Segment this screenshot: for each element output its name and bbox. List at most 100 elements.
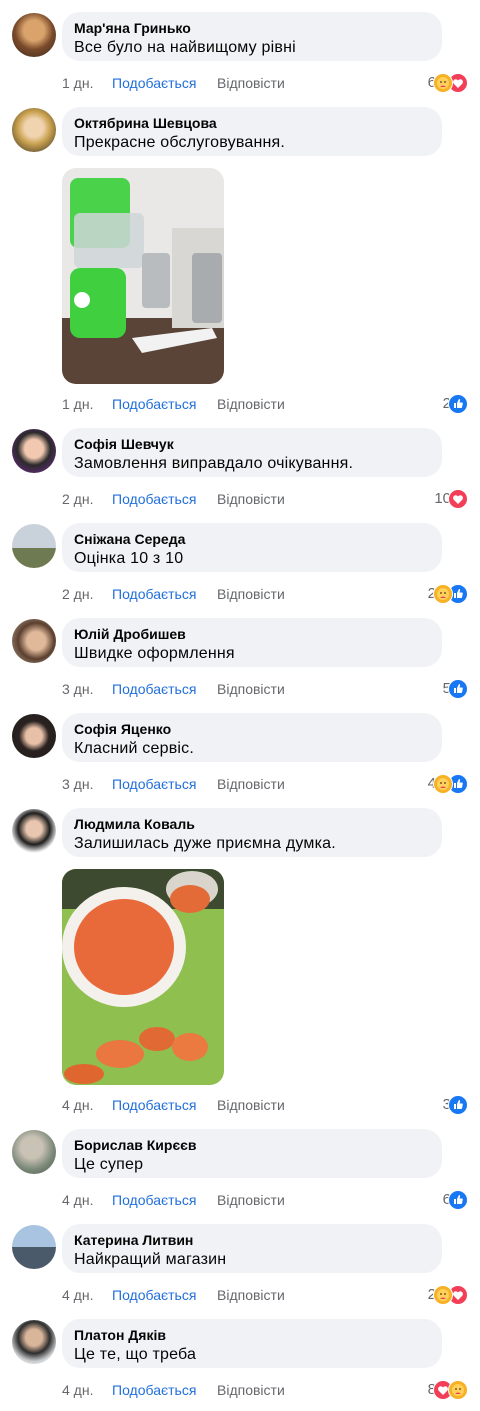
- avatar[interactable]: [12, 429, 56, 473]
- comment-actions: 2 дн. Подобається Відповісти 2: [62, 584, 468, 604]
- like-button[interactable]: Подобається: [112, 1190, 196, 1210]
- reply-button[interactable]: Відповісти: [217, 1190, 285, 1210]
- avatar[interactable]: [12, 524, 56, 568]
- reactions-summary[interactable]: 2: [428, 1285, 468, 1305]
- like-button[interactable]: Подобається: [112, 584, 196, 604]
- comment-text: Прекрасне обслуговування.: [74, 134, 286, 151]
- like-button[interactable]: Подобається: [112, 394, 196, 414]
- comment-text: Класний сервіс.: [74, 740, 195, 757]
- comment-photo[interactable]: [62, 869, 224, 1085]
- comment-text: Це супер: [74, 1156, 144, 1173]
- reactions-summary[interactable]: 3: [443, 1095, 468, 1115]
- comment-author[interactable]: Сніжана Середа: [74, 530, 430, 548]
- like-reaction-icon: [448, 1095, 468, 1115]
- comment-actions: 4 дн. Подобається Відповісти 3: [62, 1095, 468, 1115]
- reactions-summary[interactable]: 5: [443, 679, 468, 699]
- comment-time[interactable]: 4 дн.: [62, 1285, 93, 1305]
- reply-button[interactable]: Відповісти: [217, 1285, 285, 1305]
- comment-bubble: Людмила Коваль Залишилась дуже приємна д…: [62, 808, 442, 857]
- reply-button[interactable]: Відповісти: [217, 1095, 285, 1115]
- care-reaction-icon: [433, 73, 453, 93]
- comment-bubble: Юлій Дробишев Швидке оформлення: [62, 618, 442, 667]
- avatar[interactable]: [12, 1225, 56, 1269]
- avatar[interactable]: [12, 619, 56, 663]
- like-button[interactable]: Подобається: [112, 1095, 196, 1115]
- comment-text: Залишилась дуже приємна думка.: [74, 835, 336, 852]
- reactions-summary[interactable]: 4: [428, 774, 468, 794]
- comment-author[interactable]: Мар'яна Гринько: [74, 19, 430, 37]
- comment-time[interactable]: 1 дн.: [62, 73, 93, 93]
- comment-text: Швидке оформлення: [74, 645, 235, 662]
- comment-author[interactable]: Октябрина Шевцова: [74, 114, 430, 132]
- comment-bubble: Софія Шевчук Замовлення виправдало очіку…: [62, 428, 442, 477]
- comment-time[interactable]: 2 дн.: [62, 584, 93, 604]
- reactions-summary[interactable]: 2: [443, 394, 468, 414]
- comment-time[interactable]: 3 дн.: [62, 774, 93, 794]
- like-button[interactable]: Подобається: [112, 679, 196, 699]
- reply-button[interactable]: Відповісти: [217, 1380, 285, 1400]
- avatar[interactable]: [12, 714, 56, 758]
- like-reaction-icon: [448, 394, 468, 414]
- comment-actions: 1 дн. Подобається Відповісти 6: [62, 73, 468, 93]
- like-button[interactable]: Подобається: [112, 774, 196, 794]
- comment-actions: 3 дн. Подобається Відповісти 4: [62, 774, 468, 794]
- reactions-summary[interactable]: 6: [443, 1190, 468, 1210]
- comment-time[interactable]: 2 дн.: [62, 489, 93, 509]
- comment-time[interactable]: 4 дн.: [62, 1190, 93, 1210]
- reply-button[interactable]: Відповісти: [217, 774, 285, 794]
- reply-button[interactable]: Відповісти: [217, 584, 285, 604]
- avatar[interactable]: [12, 1320, 56, 1364]
- like-button[interactable]: Подобається: [112, 1380, 196, 1400]
- care-reaction-icon: [433, 1285, 453, 1305]
- avatar[interactable]: [12, 108, 56, 152]
- comment-bubble: Октябрина Шевцова Прекрасне обслуговуван…: [62, 107, 442, 156]
- comment-author[interactable]: Софія Шевчук: [74, 435, 430, 453]
- comment-author[interactable]: Людмила Коваль: [74, 815, 430, 833]
- avatar[interactable]: [12, 1130, 56, 1174]
- avatar[interactable]: [12, 13, 56, 57]
- reactions-summary[interactable]: 6: [428, 73, 468, 93]
- comment-text: Оцінка 10 з 10: [74, 550, 184, 567]
- comment-time[interactable]: 4 дн.: [62, 1095, 93, 1115]
- care-reaction-icon: [433, 774, 453, 794]
- like-button[interactable]: Подобається: [112, 73, 196, 93]
- comment-text: Найкращий магазин: [74, 1251, 227, 1268]
- comment-bubble: Софія Яценко Класний сервіс.: [62, 713, 442, 762]
- comment-author[interactable]: Платон Дяків: [74, 1326, 430, 1344]
- comment-time[interactable]: 1 дн.: [62, 394, 93, 414]
- reactions-summary[interactable]: 8: [428, 1380, 468, 1400]
- comment-bubble: Катерина Литвин Найкращий магазин: [62, 1224, 442, 1273]
- like-reaction-icon: [448, 679, 468, 699]
- comment-actions: 2 дн. Подобається Відповісти 10: [62, 489, 468, 509]
- comment-text: Все було на найвищому рівні: [74, 39, 296, 56]
- comment-bubble: Платон Дяків Це те, що треба: [62, 1319, 442, 1368]
- comment-time[interactable]: 4 дн.: [62, 1380, 93, 1400]
- comment-photo[interactable]: [62, 168, 224, 384]
- reactions-summary[interactable]: 2: [428, 584, 468, 604]
- comment-actions: 4 дн. Подобається Відповісти 8: [62, 1380, 468, 1400]
- comment-bubble: Сніжана Середа Оцінка 10 з 10: [62, 523, 442, 572]
- reply-button[interactable]: Відповісти: [217, 394, 285, 414]
- comment-actions: 3 дн. Подобається Відповісти 5: [62, 679, 468, 699]
- care-reaction-icon: [433, 584, 453, 604]
- comment-bubble: Борислав Кирєєв Це супер: [62, 1129, 442, 1178]
- comment-time[interactable]: 3 дн.: [62, 679, 93, 699]
- comment-author[interactable]: Борислав Кирєєв: [74, 1136, 430, 1154]
- comment-author[interactable]: Катерина Литвин: [74, 1231, 430, 1249]
- love-reaction-icon: [448, 489, 468, 509]
- reply-button[interactable]: Відповісти: [217, 489, 285, 509]
- like-button[interactable]: Подобається: [112, 489, 196, 509]
- comment-author[interactable]: Юлій Дробишев: [74, 625, 430, 643]
- comment-actions: 4 дн. Подобається Відповісти 6: [62, 1190, 468, 1210]
- comment-actions: 4 дн. Подобається Відповісти 2: [62, 1285, 468, 1305]
- like-reaction-icon: [448, 1190, 468, 1210]
- avatar[interactable]: [12, 809, 56, 853]
- carrot-photo: [62, 869, 224, 1085]
- grater-photo: [62, 168, 224, 384]
- reply-button[interactable]: Відповісти: [217, 73, 285, 93]
- comment-author[interactable]: Софія Яценко: [74, 720, 430, 738]
- like-button[interactable]: Подобається: [112, 1285, 196, 1305]
- comment-actions: 1 дн. Подобається Відповісти 2: [62, 394, 468, 414]
- reply-button[interactable]: Відповісти: [217, 679, 285, 699]
- reactions-summary[interactable]: 10: [434, 489, 468, 509]
